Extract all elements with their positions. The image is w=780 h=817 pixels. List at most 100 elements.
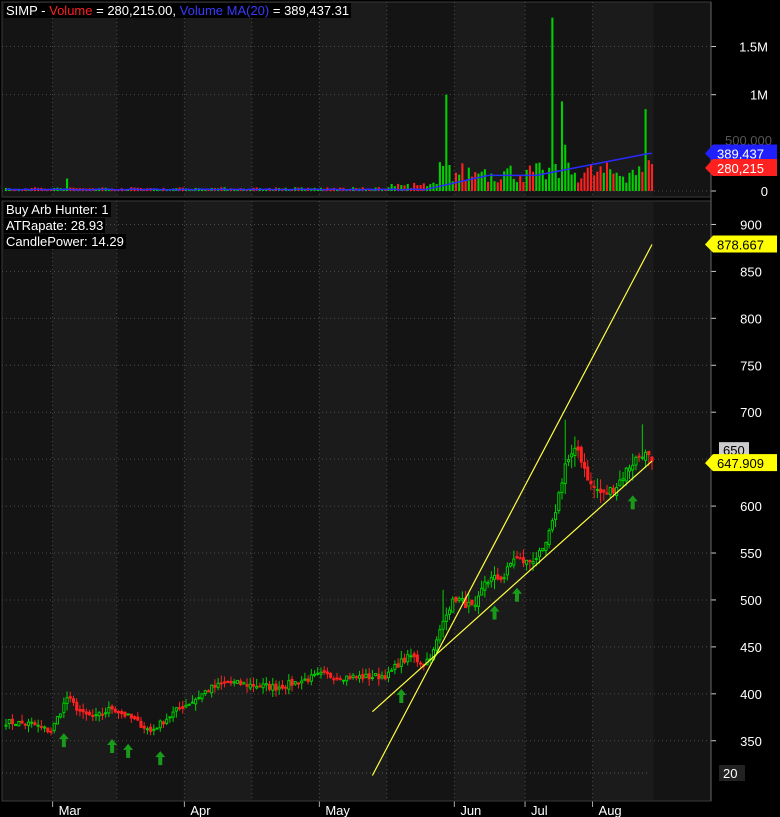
candle-body — [142, 725, 146, 729]
candle-body — [528, 560, 532, 563]
candle-body — [496, 574, 500, 580]
volume-bar — [596, 171, 599, 191]
candle-body — [194, 698, 198, 705]
volume-bar — [560, 101, 564, 191]
candle-body — [399, 658, 403, 667]
candle-body — [258, 685, 262, 688]
volume-bar — [522, 182, 525, 191]
price-tick-label: 700 — [740, 405, 762, 420]
volume-bar — [557, 177, 560, 191]
candle-body — [312, 673, 317, 676]
candle-body — [264, 683, 268, 686]
candle-body — [190, 701, 194, 704]
candle-body — [245, 684, 249, 687]
candle-body — [49, 730, 53, 733]
chart-header: SIMP - Volume = 280,215.00, Volume MA(20… — [4, 3, 352, 18]
volume-bar — [490, 173, 493, 191]
volume-bar — [583, 172, 586, 191]
candle-body — [7, 719, 11, 725]
candle-body — [59, 713, 63, 718]
candle-body — [521, 557, 525, 564]
candle-body — [104, 712, 108, 715]
candle-body — [174, 707, 178, 712]
candle-body — [329, 672, 333, 678]
candle-body — [55, 716, 59, 725]
candle-body — [534, 558, 538, 561]
volume-bar — [589, 164, 592, 191]
candle-body — [531, 560, 535, 565]
candle-body — [483, 581, 487, 591]
volume-bar — [474, 172, 477, 191]
candle-body — [467, 601, 471, 607]
candle-body — [650, 456, 654, 462]
candle-body — [457, 597, 461, 601]
volume-bar — [628, 172, 631, 191]
candle-body — [393, 663, 397, 670]
volume-bar — [506, 168, 509, 191]
volume-bar — [538, 162, 541, 191]
x-tick-label: Apr — [190, 803, 211, 817]
candle-body — [251, 684, 256, 687]
candle-body — [573, 447, 577, 456]
candle-body — [133, 716, 137, 720]
candle-body — [280, 684, 284, 689]
price-tick-label: 850 — [740, 264, 762, 279]
candle-body — [30, 721, 34, 724]
candle-body — [88, 711, 92, 716]
candle-body — [71, 698, 76, 703]
candle-body — [271, 684, 275, 691]
candle-body — [595, 488, 599, 491]
volume-bar — [512, 178, 515, 191]
candle-body — [460, 598, 464, 601]
candle-body — [608, 487, 612, 495]
volume-bar — [593, 175, 596, 191]
candle-body — [634, 456, 638, 466]
price-tick-label: 350 — [740, 734, 762, 749]
candle-body — [303, 678, 307, 681]
candle-body — [341, 679, 346, 682]
candle-body — [367, 673, 371, 680]
candle-body — [62, 702, 66, 713]
candle-body — [107, 707, 111, 714]
volume-bar — [509, 165, 512, 191]
volume-bar — [503, 171, 506, 191]
candle-body — [637, 455, 641, 458]
candle-body — [223, 681, 227, 684]
candle-body — [203, 690, 207, 695]
volume-month-band — [52, 3, 117, 196]
candle-body — [396, 663, 400, 668]
candle-body — [525, 559, 529, 565]
volume-bar — [480, 171, 483, 191]
candle-body — [155, 727, 159, 730]
candle-body — [200, 693, 204, 700]
candle-body — [351, 674, 355, 678]
candle-body — [390, 669, 394, 672]
candle-body — [550, 520, 554, 531]
candle-body — [509, 562, 513, 567]
candle-body — [499, 576, 503, 581]
candle-body — [419, 662, 423, 665]
volume-value: 280,215.00 — [107, 3, 173, 18]
candle-body — [17, 720, 21, 727]
volume-bar — [573, 172, 576, 191]
price-month-band — [52, 202, 117, 800]
candle-body — [110, 705, 114, 710]
volume-bar — [647, 160, 650, 191]
candle-body — [627, 467, 632, 472]
candle-body — [274, 683, 278, 691]
buy-arb-hunter-label: Buy Arb Hunter: 1 — [4, 202, 111, 217]
candle-body — [43, 726, 47, 729]
candle-body — [152, 728, 156, 731]
price-month-band — [184, 202, 252, 800]
equals-2: = — [269, 3, 285, 18]
volume-tick-label: 1.5M — [739, 40, 768, 55]
atr-label: ATRapate: 28.93 — [4, 218, 106, 233]
candle-body — [178, 707, 182, 710]
candle-body — [374, 673, 378, 677]
candle-body — [354, 676, 358, 679]
candle-body — [364, 673, 368, 678]
volume-bar — [634, 175, 637, 191]
candle-body — [197, 697, 201, 700]
candle-body — [81, 709, 85, 713]
volume-bar — [496, 182, 499, 191]
